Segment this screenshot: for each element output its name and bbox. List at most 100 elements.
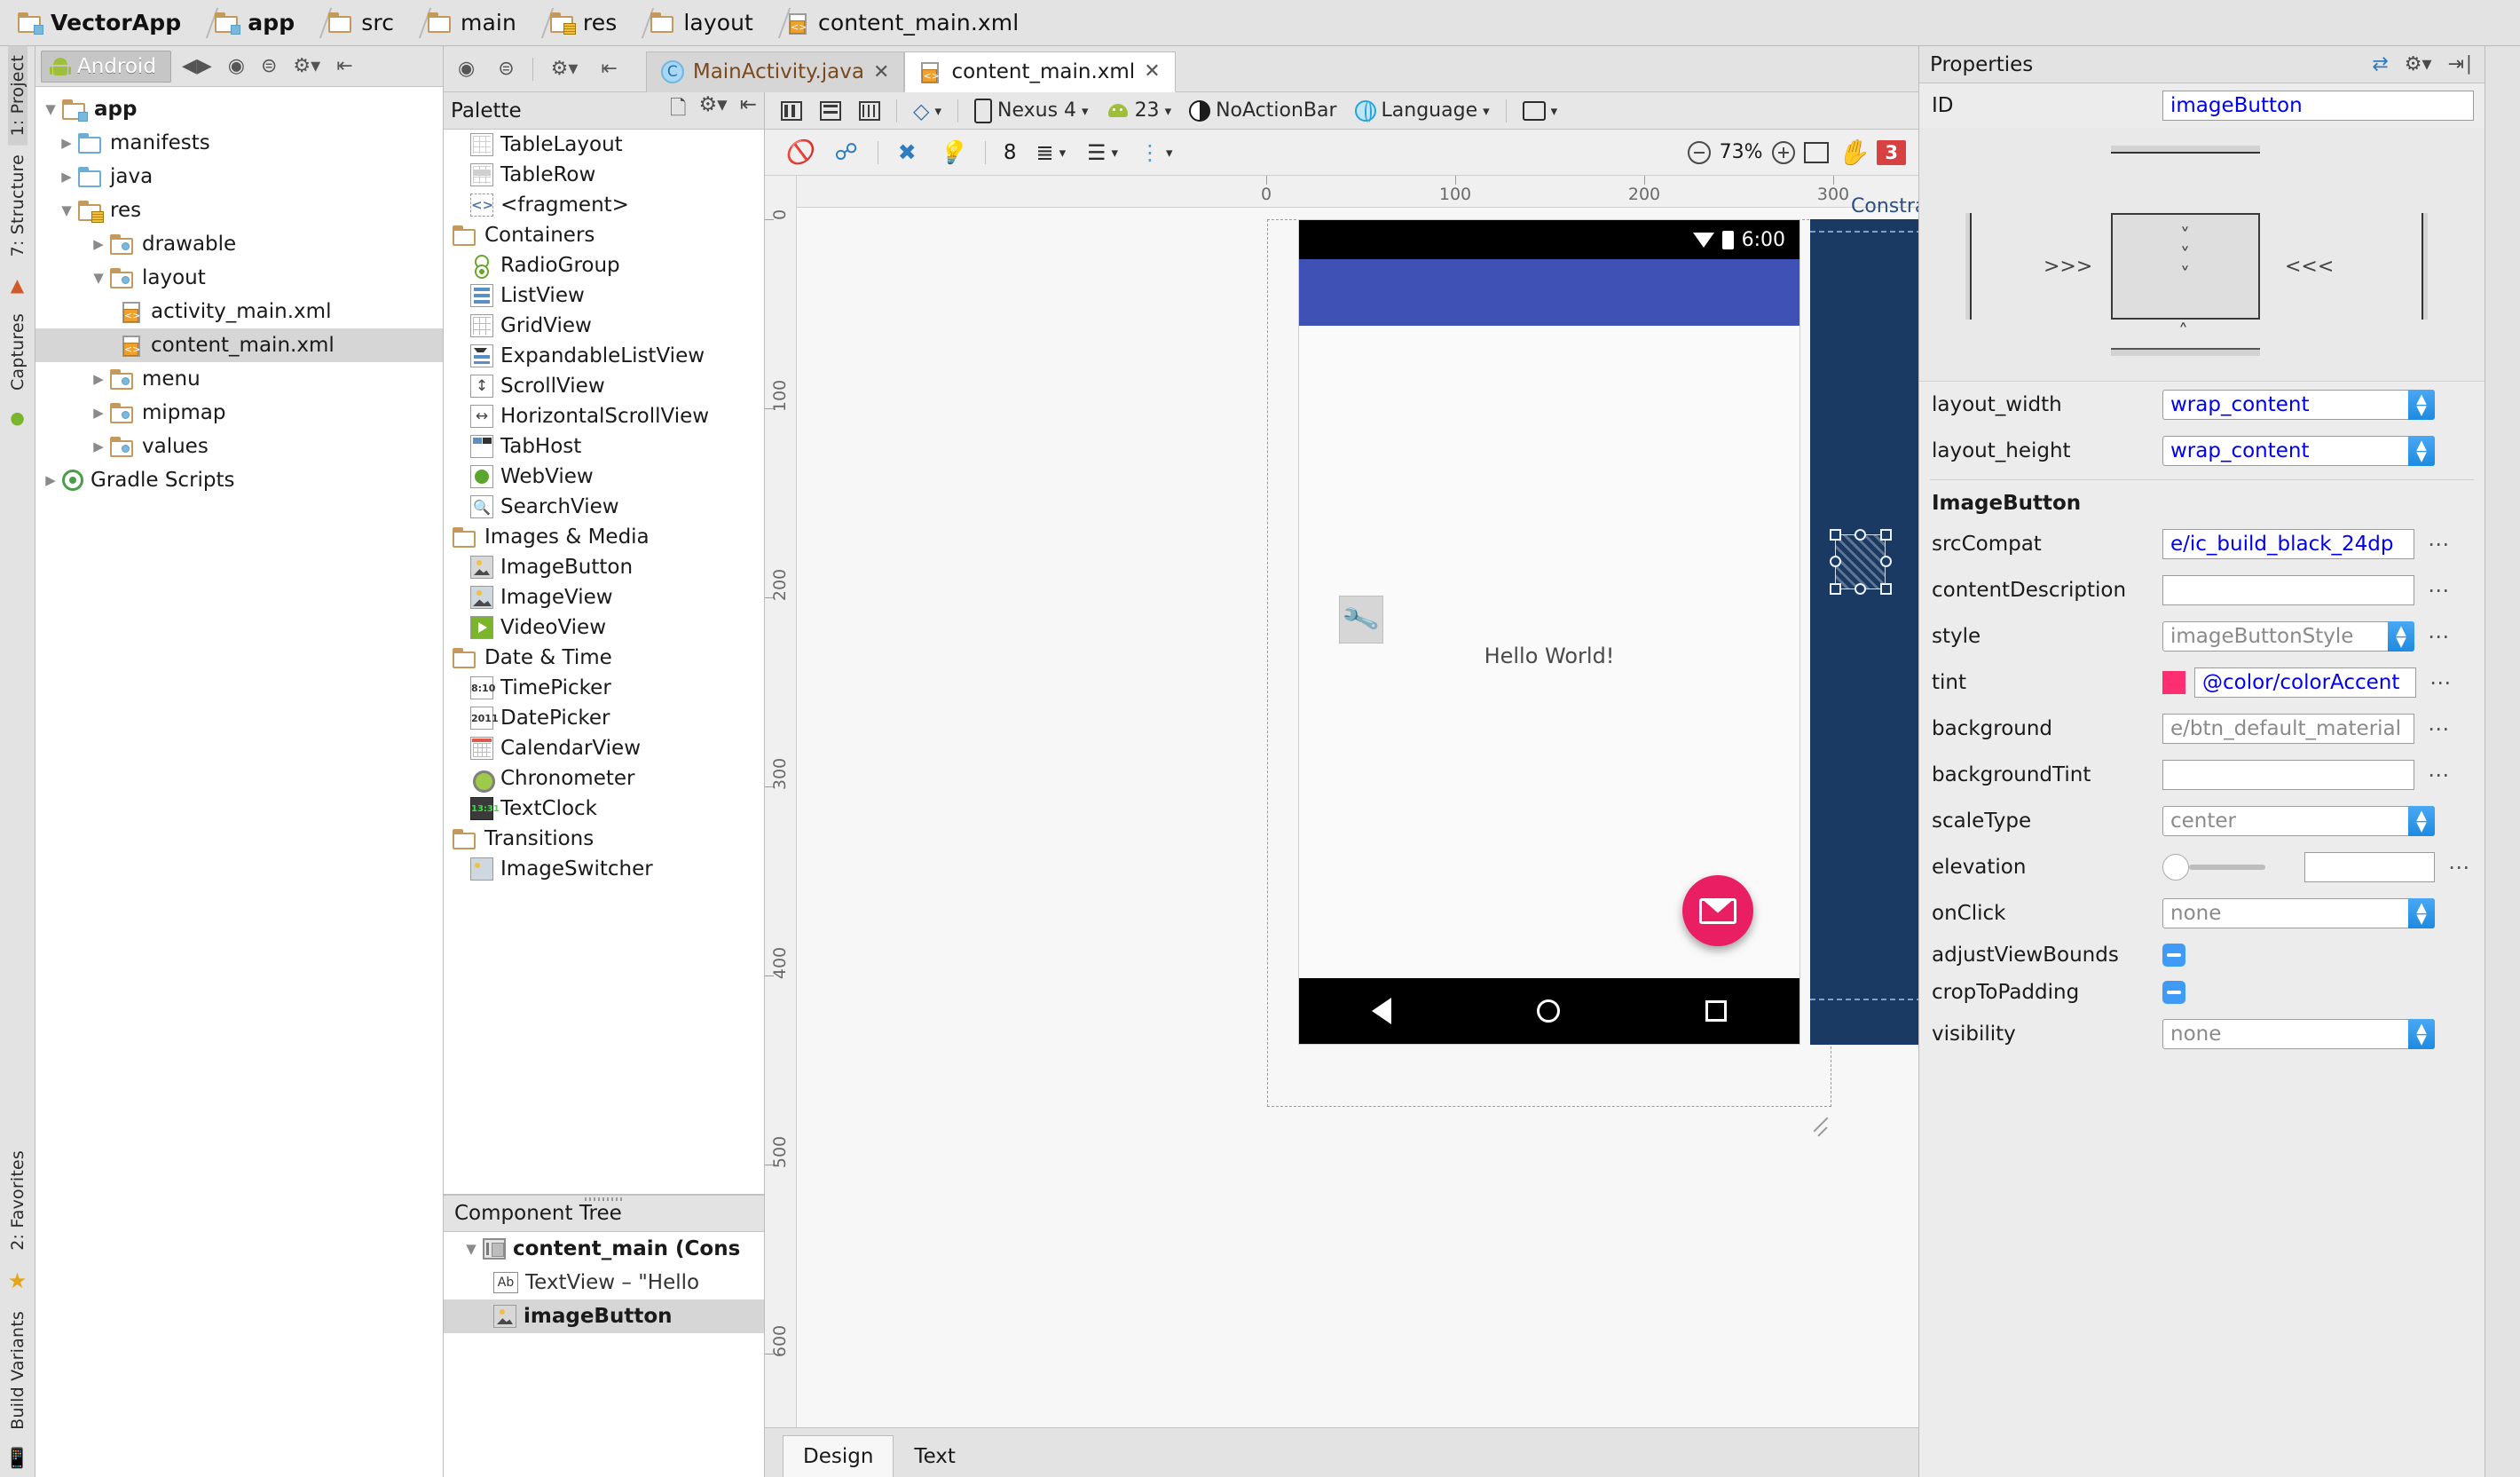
- tree-row-drawable[interactable]: drawable: [35, 227, 443, 261]
- component-tree-row-textview[interactable]: Ab TextView – "Hello: [444, 1266, 764, 1299]
- blueprint-selected-imagebutton[interactable]: [1835, 534, 1886, 589]
- breadcrumb-item-vectorapp[interactable]: VectorApp: [12, 0, 190, 46]
- show-constraints-button[interactable]: ☍: [827, 137, 864, 169]
- tree-row-mipmap[interactable]: mipmap: [35, 396, 443, 430]
- canvas-resize-corner[interactable]: [1811, 1115, 1834, 1138]
- property-value[interactable]: none: [2170, 1023, 2221, 1046]
- breadcrumb-item-content-main-xml[interactable]: <> content_main.xml: [782, 0, 1028, 46]
- palette-item-expandablelistview[interactable]: ExpandableListView: [444, 341, 764, 371]
- resize-handle-bottomright[interactable]: [1880, 583, 1892, 595]
- tree-row-app[interactable]: app: [35, 92, 443, 126]
- margin-selector[interactable]: ≣ ▾: [1028, 138, 1073, 168]
- tab-mainactivity-java[interactable]: C MainActivity.java ✕: [645, 51, 905, 92]
- palette-item-scrollview[interactable]: ScrollView: [444, 371, 764, 401]
- hide-panel-icon[interactable]: ⇤: [595, 56, 622, 82]
- navigate-arrows-icon[interactable]: ◀▶: [177, 53, 217, 79]
- guidelines-button[interactable]: ⋮ ▾: [1132, 138, 1180, 168]
- tool-window-captures[interactable]: Captures: [8, 304, 28, 399]
- breadcrumb-item-main[interactable]: main: [422, 0, 525, 46]
- palette-item-imagebutton[interactable]: ImageButton: [444, 552, 764, 582]
- blueprint-preview[interactable]: Hello World!: [1810, 219, 1918, 1045]
- palette-item-videoview[interactable]: VideoView: [444, 612, 764, 643]
- widget-constraint-preview[interactable]: ˅ ˅ ˅ >>> <<< ˄: [1919, 128, 2485, 382]
- slider-knob[interactable]: [2162, 854, 2189, 881]
- property-value[interactable]: imageButtonStyle: [2170, 625, 2353, 648]
- palette-group-transitions[interactable]: Transitions: [444, 824, 764, 854]
- palette-item-imageswitcher[interactable]: ImageSwitcher: [444, 854, 764, 884]
- croptopadding-checkbox[interactable]: [2162, 981, 2185, 1004]
- elevation-input[interactable]: [2304, 852, 2435, 882]
- warning-count-badge[interactable]: 3: [1877, 139, 1906, 165]
- zoom-in-icon[interactable]: [1771, 140, 1795, 164]
- collapse-all-icon[interactable]: ⊜: [256, 53, 282, 79]
- tab-content-main-xml[interactable]: <> content_main.xml ✕: [904, 51, 1176, 92]
- preview-widget-box[interactable]: ˅ ˅ ˅: [2111, 213, 2260, 320]
- close-icon[interactable]: ✕: [873, 61, 889, 83]
- hide-constraints-button[interactable]: 🚫: [777, 137, 820, 169]
- chevron-right-icon[interactable]: [55, 169, 78, 185]
- property-value[interactable]: wrap_content: [2170, 393, 2310, 416]
- property-more-button[interactable]: ⋯: [2423, 624, 2453, 649]
- chevron-down-icon[interactable]: [87, 270, 110, 286]
- adjustviewbounds-checkbox[interactable]: [2162, 944, 2185, 967]
- tree-row-menu[interactable]: menu: [35, 362, 443, 396]
- slider-track[interactable]: [2189, 865, 2265, 870]
- locale-selector[interactable]: Language ▾: [1348, 97, 1497, 124]
- clear-constraints-button[interactable]: ✖: [891, 137, 924, 168]
- default-margin-value[interactable]: 8: [998, 141, 1022, 164]
- spinner-icon[interactable]: ▲ ▼: [2408, 1019, 2435, 1049]
- component-tree-row-imagebutton[interactable]: imageButton: [444, 1299, 764, 1333]
- both-mode-button[interactable]: [852, 99, 887, 123]
- tree-row-gradle-scripts[interactable]: Gradle Scripts: [35, 463, 443, 497]
- tree-row-java[interactable]: java: [35, 160, 443, 194]
- pan-hand-icon[interactable]: ✋: [1838, 138, 1869, 167]
- component-tree-row-content-main[interactable]: content_main (Cons: [444, 1232, 764, 1266]
- palette-item-tabhost[interactable]: TabHost: [444, 431, 764, 462]
- spinner-icon[interactable]: ▲ ▼: [2408, 806, 2435, 836]
- chevron-down-icon[interactable]: [39, 101, 62, 117]
- chevron-right-icon[interactable]: [87, 438, 110, 454]
- collapse-icon[interactable]: ⇤: [740, 93, 757, 128]
- chevron-right-icon[interactable]: [87, 236, 110, 252]
- palette-group-date-time[interactable]: Date & Time: [444, 643, 764, 673]
- color-swatch[interactable]: [2162, 671, 2185, 694]
- palette-item-imageview[interactable]: ImageView: [444, 582, 764, 612]
- id-input[interactable]: imageButton: [2162, 91, 2474, 121]
- tool-window-structure[interactable]: 7: Structure: [8, 146, 28, 265]
- target-icon[interactable]: ◉: [223, 53, 250, 79]
- device-preview[interactable]: 6:00 🔧 Hello World!: [1298, 219, 1800, 1045]
- palette-item-webview[interactable]: WebView: [444, 462, 764, 492]
- resize-handle-topright[interactable]: [1880, 529, 1892, 541]
- spinner-icon[interactable]: ▲ ▼: [2388, 621, 2414, 652]
- property-more-button[interactable]: ⋯: [2423, 532, 2453, 557]
- palette-item-timepicker[interactable]: TimePicker: [444, 673, 764, 703]
- chevron-right-icon[interactable]: [39, 472, 62, 488]
- nav-home-icon[interactable]: [1537, 999, 1560, 1023]
- property-more-button[interactable]: ⋯: [2444, 855, 2474, 880]
- design-mode-button[interactable]: [774, 99, 809, 123]
- property-more-button[interactable]: ⋯: [2423, 762, 2453, 787]
- palette-item-horizontalscrollview[interactable]: HorizontalScrollView: [444, 401, 764, 431]
- resize-handle-left[interactable]: [1830, 556, 1841, 567]
- tree-row-res[interactable]: res: [35, 194, 443, 227]
- breadcrumb-item-res[interactable]: res: [545, 0, 626, 46]
- palette-item-gridview[interactable]: GridView: [444, 311, 764, 341]
- project-tree[interactable]: app manifests java res: [35, 87, 443, 1477]
- chevron-right-icon[interactable]: [87, 371, 110, 387]
- device-selector[interactable]: Nexus 4 ▾: [967, 96, 1096, 126]
- elevation-slider[interactable]: [2162, 854, 2296, 881]
- palette-item-tablerow[interactable]: TableRow: [444, 160, 764, 190]
- tree-row-values[interactable]: values: [35, 430, 443, 463]
- resize-handle-right[interactable]: [1880, 556, 1892, 567]
- property-value[interactable]: none: [2170, 902, 2221, 925]
- tab-text[interactable]: Text: [894, 1435, 976, 1477]
- sort-toggle-icon[interactable]: ⇄: [2372, 53, 2388, 75]
- api-selector[interactable]: 23 ▾: [1099, 97, 1179, 124]
- property-value[interactable]: e/ic_build_black_24dp: [2170, 533, 2394, 556]
- spinner-icon[interactable]: ▲ ▼: [2408, 390, 2435, 420]
- tree-row-content-main-xml[interactable]: <> content_main.xml: [35, 328, 443, 362]
- theme-selector[interactable]: NoActionBar: [1182, 97, 1343, 124]
- tree-row-manifests[interactable]: manifests: [35, 126, 443, 160]
- spinner-icon[interactable]: ▲ ▼: [2408, 898, 2435, 928]
- design-canvas[interactable]: 0 100 200 300 400 500 0 100 200 300: [765, 176, 1918, 1427]
